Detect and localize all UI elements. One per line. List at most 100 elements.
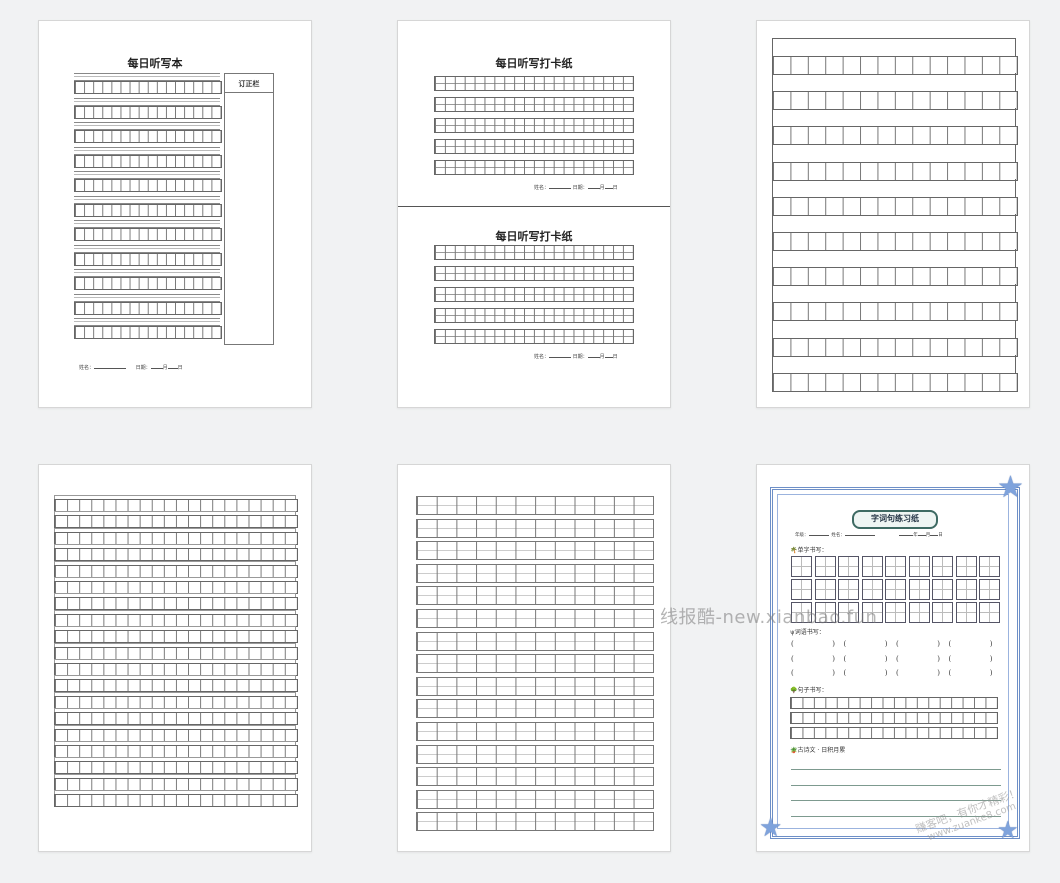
word-blank: () [791,669,835,677]
tian-row [416,631,654,651]
char-row [74,130,222,143]
tian-row [416,699,654,719]
char-square [838,579,859,600]
pinyin-lines [74,293,220,302]
char-row [74,252,222,266]
page-title-bottom: 每日听写打卡纸 [495,230,573,243]
correction-label: 订正栏 [225,74,273,93]
grid-row [54,564,298,578]
star-top-right-icon: ★ [997,470,1024,505]
pinyin-lines [74,269,220,277]
char-row [74,81,222,94]
section-sentence: 🌳句子书写： [790,685,828,694]
char-row [74,203,222,217]
grid-row [54,581,298,594]
char-row [74,154,222,168]
word-blank: () [843,640,888,648]
section-sentence-label: 句子书写： [797,687,828,694]
thumbnail-dictation-checkin-paper[interactable]: 每日听写打卡纸 姓名： 日期：月日 每日听写打卡纸 姓名： 日期：月日 [397,20,671,408]
section-single-char: 🌴单字书写： [790,545,828,554]
watermark-text: 线报酷-new.xianbao.fun [660,607,878,628]
header-fields: 年级： 姓名： 年月日 [795,532,943,538]
poem-line [791,784,1001,786]
footer: 姓名： 日期：月日 [79,364,183,371]
spacer-line [772,284,1016,303]
footer-name-label: 姓名： [534,185,550,191]
grid-row [772,372,1018,392]
word-blank: () [791,640,835,648]
grid-row [772,196,1018,216]
thumbnail-large-grid-paper[interactable] [756,20,1030,408]
tian-row [416,676,654,696]
footer-bottom: 姓名： 日期：月日 [534,353,618,360]
char-square [908,556,930,577]
char-row [74,301,222,315]
spacer-line [772,249,1016,268]
char-square [932,602,953,623]
char-square [932,579,953,600]
char-row [74,326,222,339]
char-square [814,556,836,577]
footer-day-label: 日 [612,185,618,191]
pinyin-lines [74,171,220,179]
grid-row [772,161,1018,181]
footer-date-label: 日期： [135,365,151,371]
char-row [434,287,634,302]
char-row [434,76,634,91]
char-square [908,579,930,600]
char-square [885,579,906,600]
tian-row [416,654,654,674]
char-row [74,179,222,192]
spacer-line [772,143,1016,162]
pinyin-lines [74,244,220,253]
star-bottom-right-icon: ★ [997,816,1019,844]
pinyin-lines [74,73,220,81]
sentence-row [790,697,998,709]
char-square [955,556,977,577]
thumbnail-small-grid-paper[interactable] [38,464,312,852]
cut-divider [398,206,670,207]
footer-date-label-2: 日期： [572,354,588,360]
section-poem: 🪴古诗文 · 日积月累 [790,745,845,754]
spacer-line [772,354,1016,373]
page-title-top: 每日听写打卡纸 [495,57,573,70]
thumbnail-tian-grid-paper[interactable] [397,464,671,852]
grid-row [772,56,1018,75]
sentence-row [790,727,998,739]
grid-row [54,646,298,660]
char-row [434,139,634,154]
tian-row [416,812,654,832]
tian-row [416,563,654,583]
char-square [791,579,812,600]
tian-row [416,744,654,764]
grid-row [772,126,1018,146]
tian-row [416,722,654,741]
pinyin-lines [74,318,220,326]
char-row [434,97,634,112]
pinyin-lines [74,220,220,228]
footer-date-label: 日期： [572,185,588,191]
char-square [955,579,977,600]
char-square [979,602,1000,623]
word-blank: () [948,654,993,663]
word-blank: () [791,654,835,663]
page-title: 每日听写本 [127,57,183,70]
poem-line [791,800,1001,801]
section-poem-label: 古诗文 · 日积月累 [797,747,846,754]
tian-row [416,767,654,787]
tian-row [416,789,654,809]
spacer-line [772,214,1016,232]
tian-row [416,541,654,561]
word-blank: () [948,669,993,677]
char-square [814,579,836,600]
thumbnail-daily-dictation-book[interactable]: 每日听写本 订正栏 姓名： 日期：月日 [38,20,312,408]
thumbnail-word-sentence-practice[interactable]: ★ ★ ★ 字词句练习纸 年级： 姓名： 年月日 🌴单字书写： ψ词语书写： (… [756,464,1030,852]
char-square [979,579,1000,600]
grade-label: 年级： [795,533,809,538]
footer-name-label-2: 姓名： [534,354,550,360]
char-row [434,160,634,175]
word-blank: () [896,640,940,648]
char-row [74,105,222,119]
grid-row [54,663,298,676]
char-row [434,329,634,344]
